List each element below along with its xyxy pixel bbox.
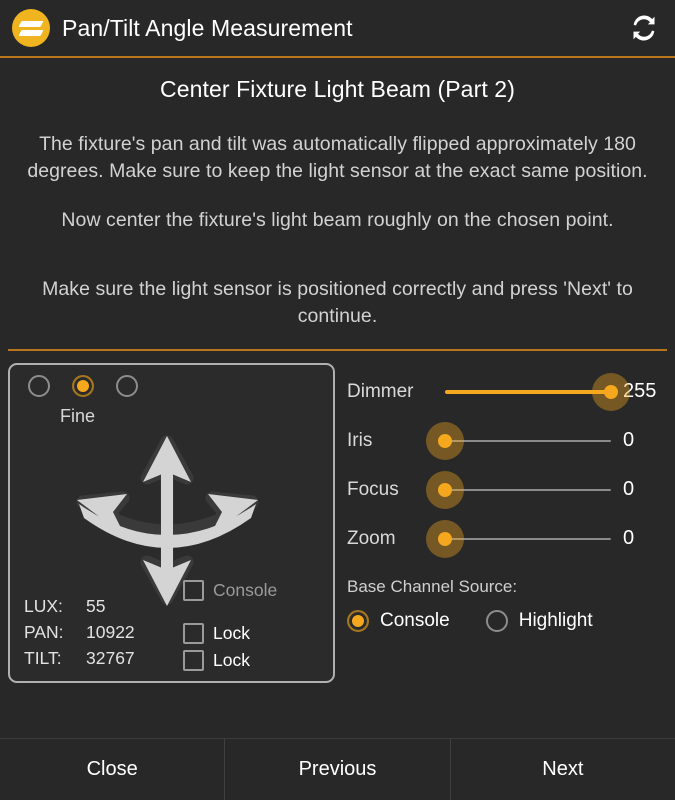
radio-highlight-label: Highlight bbox=[518, 610, 593, 631]
footer-button-bar: Close Previous Next bbox=[0, 738, 675, 800]
slider-value-focus: 0 bbox=[623, 478, 635, 500]
slider-zoom-thumb[interactable] bbox=[426, 519, 464, 558]
checkbox-lock-pan[interactable]: Lock bbox=[183, 623, 323, 644]
readout-lux-value: 55 bbox=[86, 596, 106, 616]
radio-highlight-dot[interactable] bbox=[485, 610, 508, 632]
slider-dimmer-thumb[interactable] bbox=[592, 372, 630, 411]
app-root: Pan/Tilt Angle Measurement Center Fixtur… bbox=[0, 0, 675, 800]
checkbox-console-label: Console bbox=[213, 580, 278, 600]
readout-tilt-key: TILT: bbox=[24, 648, 62, 668]
slider-row-dimmer: Dimmer 255 bbox=[347, 367, 667, 416]
slider-value-iris: 0 bbox=[623, 429, 635, 451]
previous-button[interactable]: Previous bbox=[225, 739, 451, 800]
main-content: Fine LUX: 55 PAN: 10922 TILT: 32767 Cons… bbox=[0, 351, 675, 738]
checkbox-lock-tilt[interactable]: Lock bbox=[183, 650, 323, 671]
slider-dimmer-fill bbox=[445, 389, 611, 394]
checkbox-console[interactable]: Console bbox=[183, 580, 323, 601]
slider-iris[interactable] bbox=[426, 419, 611, 463]
slider-iris-thumb[interactable] bbox=[426, 421, 464, 460]
slider-zoom[interactable] bbox=[426, 517, 611, 561]
close-button[interactable]: Close bbox=[0, 739, 226, 800]
readout-pan-value: 10922 bbox=[86, 622, 135, 642]
channel-sliders-panel: Dimmer 255 Iris 0 Focus 0 Zoom 0 Base Ch… bbox=[335, 363, 667, 738]
instructions-section: Center Fixture Light Beam (Part 2) The f… bbox=[0, 58, 675, 330]
base-channel-source-options: Console Highlight bbox=[347, 610, 667, 632]
checkbox-lock-pan-box[interactable] bbox=[183, 623, 204, 644]
instruction-paragraph-3: Make sure the light sensor is positioned… bbox=[42, 278, 633, 327]
radio-console-dot[interactable] bbox=[347, 610, 369, 632]
radio-option-highlight[interactable]: Highlight bbox=[485, 610, 593, 632]
panel-checkbox-group: Console Lock Lock bbox=[183, 580, 323, 673]
z-logo-icon bbox=[12, 9, 50, 47]
refresh-icon[interactable] bbox=[627, 11, 661, 45]
mode-radio-ultra[interactable] bbox=[116, 375, 138, 397]
slider-zoom-track bbox=[445, 537, 611, 540]
instruction-paragraph-2: Now center the fixture's light beam roug… bbox=[61, 209, 614, 231]
next-button[interactable]: Next bbox=[451, 739, 675, 800]
slider-dimmer[interactable] bbox=[445, 370, 630, 414]
readout-tilt: TILT: 32767 bbox=[24, 645, 135, 671]
readout-pan: PAN: 10922 bbox=[24, 619, 135, 645]
slider-label-dimmer: Dimmer bbox=[347, 380, 414, 402]
readout-lux: LUX: 55 bbox=[24, 593, 135, 619]
checkbox-lock-pan-label: Lock bbox=[213, 623, 250, 643]
slider-focus-thumb[interactable] bbox=[426, 470, 464, 509]
base-channel-source-section: Base Channel Source: Console Highlight bbox=[347, 577, 667, 632]
slider-row-zoom: Zoom 0 bbox=[347, 514, 667, 563]
checkbox-lock-tilt-box[interactable] bbox=[183, 650, 204, 671]
mode-radio-coarse[interactable] bbox=[28, 375, 50, 397]
slider-iris-track bbox=[445, 439, 611, 442]
readout-pan-key: PAN: bbox=[24, 622, 64, 642]
slider-row-iris: Iris 0 bbox=[347, 416, 667, 465]
checkbox-lock-tilt-label: Lock bbox=[213, 650, 250, 670]
checkbox-console-box[interactable] bbox=[183, 580, 204, 601]
readout-lux-key: LUX: bbox=[24, 596, 63, 616]
radio-option-console[interactable]: Console bbox=[347, 610, 450, 632]
app-header: Pan/Tilt Angle Measurement bbox=[0, 0, 675, 58]
sensor-readouts: LUX: 55 PAN: 10922 TILT: 32767 bbox=[24, 593, 135, 671]
radio-console-label: Console bbox=[380, 610, 450, 631]
slider-row-focus: Focus 0 bbox=[347, 465, 667, 514]
slider-value-zoom: 0 bbox=[623, 527, 635, 549]
instruction-paragraph-1: The fixture's pan and tilt was automatic… bbox=[27, 133, 648, 182]
slider-focus[interactable] bbox=[426, 468, 611, 512]
mode-radio-fine[interactable] bbox=[72, 375, 94, 397]
readout-tilt-value: 32767 bbox=[86, 648, 135, 668]
base-channel-source-title: Base Channel Source: bbox=[347, 577, 518, 596]
mode-radio-group bbox=[28, 375, 138, 397]
page-title: Pan/Tilt Angle Measurement bbox=[62, 14, 353, 41]
step-title: Center Fixture Light Beam (Part 2) bbox=[160, 76, 515, 102]
slider-focus-track bbox=[445, 488, 611, 491]
pan-tilt-control-panel: Fine LUX: 55 PAN: 10922 TILT: 32767 Cons… bbox=[8, 363, 335, 683]
